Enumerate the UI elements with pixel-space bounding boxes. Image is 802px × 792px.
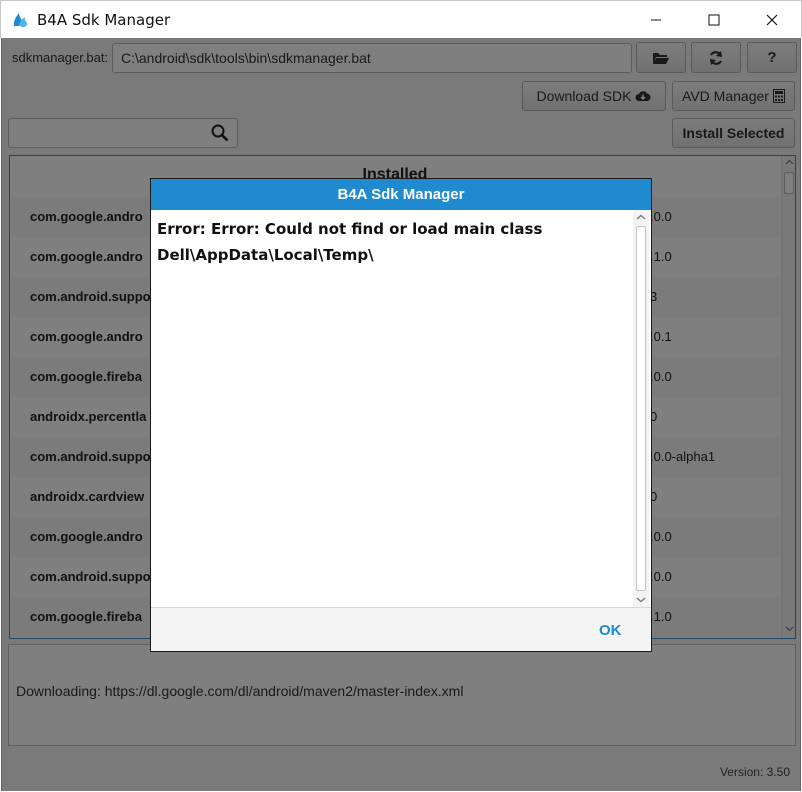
window-title: B4A Sdk Manager	[37, 11, 171, 29]
title-bar: B4A Sdk Manager	[0, 0, 802, 38]
dialog-message: Error: Error: Could not find or load mai…	[157, 216, 627, 268]
dialog-message-line-2: Dell\AppData\Local\Temp\	[157, 246, 374, 264]
minimize-icon	[651, 19, 661, 21]
dialog-scroll-thumb[interactable]	[636, 226, 646, 591]
minimize-button[interactable]	[627, 1, 685, 39]
b4a-logo-icon	[13, 13, 27, 27]
ok-button[interactable]: OK	[599, 622, 622, 639]
maximize-button[interactable]	[685, 1, 743, 39]
dialog-title: B4A Sdk Manager	[151, 179, 651, 210]
error-dialog: B4A Sdk Manager Error: Error: Could not …	[150, 178, 652, 652]
dialog-message-line-1: Error: Error: Could not find or load mai…	[157, 220, 543, 238]
close-icon	[766, 14, 778, 26]
dialog-message-area: Error: Error: Could not find or load mai…	[151, 210, 651, 608]
dialog-scroll-down-icon[interactable]	[636, 597, 646, 603]
dialog-scrollbar[interactable]	[633, 210, 649, 607]
maximize-icon	[708, 14, 720, 26]
close-button[interactable]	[743, 1, 801, 39]
dialog-scroll-up-icon[interactable]	[636, 214, 646, 220]
